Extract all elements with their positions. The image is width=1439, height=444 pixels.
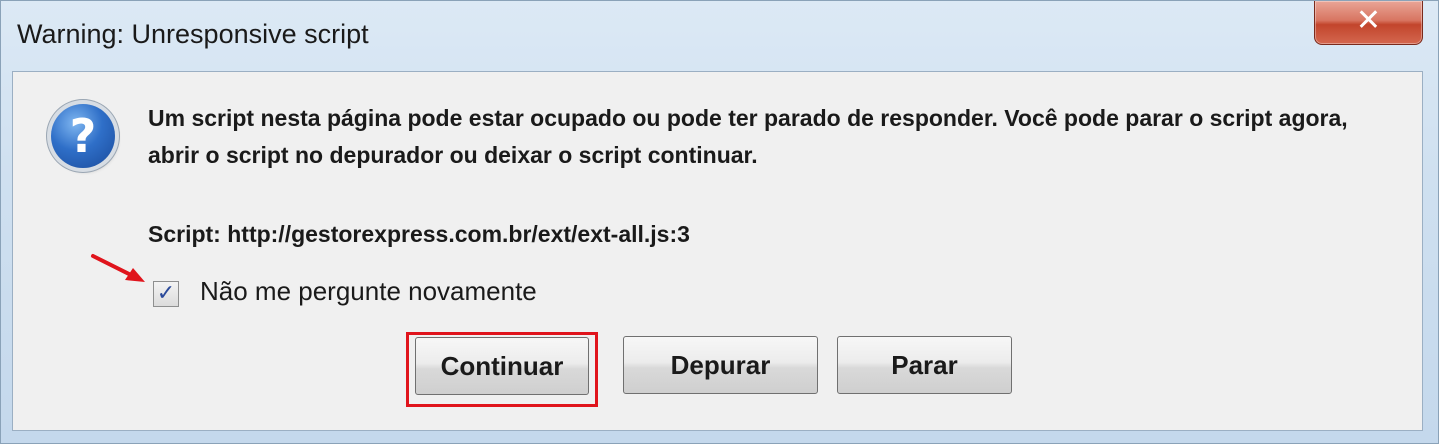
continue-button[interactable]: Continuar bbox=[415, 337, 589, 395]
title-bar[interactable]: Warning: Unresponsive script ✕ bbox=[1, 1, 1438, 71]
dialog-message: Um script nesta página pode estar ocupad… bbox=[148, 105, 1348, 168]
debug-button[interactable]: Depurar bbox=[623, 336, 818, 394]
unresponsive-script-dialog: Warning: Unresponsive script ✕ ? Um scri… bbox=[0, 0, 1439, 444]
close-button[interactable]: ✕ bbox=[1314, 1, 1423, 45]
checkmark-icon: ✓ bbox=[156, 281, 176, 306]
window-title: Warning: Unresponsive script bbox=[17, 19, 369, 49]
dont-ask-again-checkbox[interactable]: ✓ bbox=[153, 281, 179, 307]
dont-ask-again-label[interactable]: Não me pergunte novamente bbox=[200, 276, 537, 307]
question-icon: ? bbox=[51, 104, 115, 168]
stop-button[interactable]: Parar bbox=[837, 336, 1012, 394]
dialog-body: ? Um script nesta página pode estar ocup… bbox=[12, 71, 1423, 431]
red-arrow-annotation bbox=[91, 254, 145, 282]
close-icon: ✕ bbox=[1355, 4, 1382, 37]
script-location: Script: http://gestorexpress.com.br/ext/… bbox=[148, 221, 690, 247]
